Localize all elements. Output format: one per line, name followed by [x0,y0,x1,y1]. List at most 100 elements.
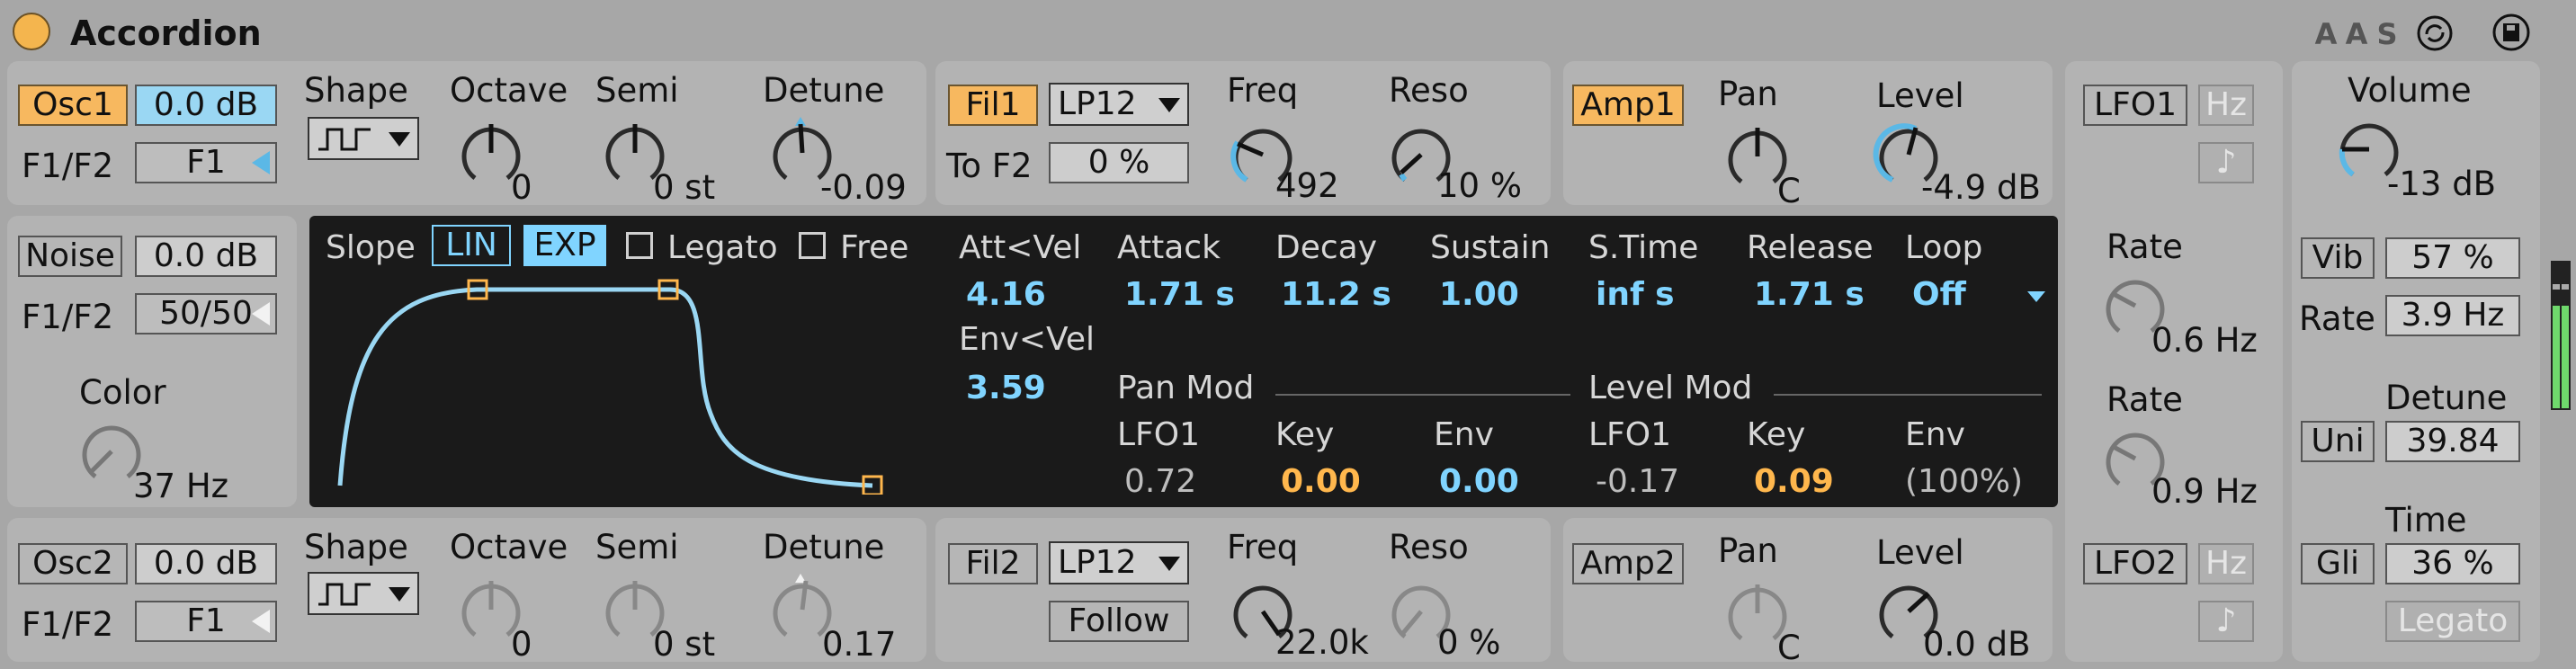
release-value[interactable]: 1.71 s [1754,279,1865,311]
osc2-shape-dropdown[interactable] [308,572,419,615]
device-activator-icon[interactable] [13,13,50,50]
lfo2-hz-button[interactable]: Hz [2198,543,2254,584]
vib-amount-field[interactable]: 57 % [2385,237,2520,279]
chevron-down-icon [389,132,410,147]
fil2-reso-label: Reso [1389,528,1469,566]
output-meter-left-fill [2553,306,2560,408]
fil1-reso-label: Reso [1389,71,1469,110]
amp2-level-label: Level [1876,533,1964,572]
fil1-to-field[interactable]: 0 % [1049,142,1189,183]
vib-rate-label: Rate [2299,299,2375,338]
sustain-label: Sustain [1430,229,1551,266]
osc1-semi-label: Semi [595,71,679,110]
fil2-type-dropdown[interactable]: LP12 [1049,541,1189,584]
square-wave-icon [318,128,371,151]
pan-env-value[interactable]: 0.00 [1439,466,1519,498]
stime-value[interactable]: inf s [1596,279,1675,311]
lfo1-sync-button[interactable]: ♪ [2198,142,2254,183]
stime-label: S.Time [1588,229,1699,266]
osc2-detune-value: 0.17 [822,625,897,664]
lfo1-toggle[interactable]: LFO1 [2083,85,2187,126]
level-env-label: Env [1905,416,1965,453]
pan-lfo1-value[interactable]: 0.72 [1124,466,1196,498]
legato-button[interactable]: Legato [2385,601,2520,642]
att-vel-label: Att<Vel [959,229,1082,266]
noise-color-label: Color [79,373,166,412]
env-vel-label: Env<Vel [959,321,1096,358]
save-preset-icon[interactable] [2491,13,2531,52]
fil2-follow-button[interactable]: Follow [1049,601,1189,642]
osc1-shape-dropdown[interactable] [308,117,419,160]
sustain-value[interactable]: 1.00 [1439,279,1519,311]
osc1-toggle[interactable]: Osc1 [18,85,128,126]
amp1-pan-value: C [1777,172,1801,210]
amp1-toggle[interactable]: Amp1 [1572,85,1684,126]
vib-rate-field[interactable]: 3.9 Hz [2385,295,2520,336]
osc2-semi-label: Semi [595,528,679,566]
envelope-graph[interactable] [324,270,917,495]
loop-chevron-down-icon[interactable] [2027,291,2045,302]
slope-exp-button[interactable]: EXP [523,225,606,266]
env-vel-value[interactable]: 3.59 [966,372,1046,405]
loop-dropdown[interactable]: Off [1912,279,1966,311]
chevron-down-icon [1158,557,1180,571]
fil2-reso-value: 0 % [1437,623,1501,662]
amp1-level-value: -4.9 dB [1921,168,2041,207]
fil2-toggle[interactable]: Fil2 [948,543,1038,584]
glide-time-field[interactable]: 36 % [2385,543,2520,584]
chevron-down-icon [389,587,410,602]
osc1-f1f2-label: F1/F2 [22,147,114,185]
attack-value[interactable]: 1.71 s [1124,279,1235,311]
att-vel-value[interactable]: 4.16 [966,279,1046,311]
gli-toggle[interactable]: Gli [2301,543,2375,584]
vib-toggle[interactable]: Vib [2301,237,2375,279]
pan-key-label: Key [1275,416,1335,453]
legato-label: Legato [667,229,778,266]
fil2-type-value: LP12 [1058,544,1137,581]
osc2-f1f2-label: F1/F2 [22,605,114,644]
uni-toggle[interactable]: Uni [2301,421,2375,462]
fil1-toggle[interactable]: Fil1 [948,85,1038,126]
osc2-level-field[interactable]: 0.0 dB [135,543,277,584]
osc1-route-arrow-icon [252,151,270,174]
lfo2-sync-button[interactable]: ♪ [2198,601,2254,642]
lfo2-rate-value: 0.9 Hz [2151,472,2258,511]
free-label: Free [840,229,909,266]
amp1-pan-label: Pan [1718,75,1778,113]
amp2-pan-value: C [1777,629,1801,667]
fil1-freq-value: 492 [1275,166,1339,205]
noise-color-value: 37 Hz [133,467,229,505]
header-button-a2[interactable]: A [2340,18,2373,50]
amp2-level-value: 0.0 dB [1923,625,2031,664]
osc1-semi-value: 0 st [653,168,716,207]
noise-f1f2-label: F1/F2 [22,298,114,336]
header-button-s[interactable]: S [2371,18,2403,50]
level-env-value[interactable]: (100%) [1905,466,2023,498]
legato-checkbox[interactable] [626,232,653,259]
level-mod-divider [1774,394,2042,396]
slope-lin-button[interactable]: LIN [432,225,511,266]
slope-label: Slope [326,229,416,266]
unison-detune-field[interactable]: 39.84 [2385,421,2520,462]
time-label: Time [2385,501,2467,540]
amp2-toggle[interactable]: Amp2 [1572,543,1684,584]
osc1-level-field[interactable]: 0.0 dB [135,85,277,126]
osc2-semi-value: 0 st [653,625,716,664]
osc1-detune-value: -0.09 [820,168,907,207]
lfo2-toggle[interactable]: LFO2 [2083,543,2187,584]
header-button-a1[interactable]: A [2310,18,2342,50]
pan-key-value[interactable]: 0.00 [1281,466,1361,498]
osc2-toggle[interactable]: Osc2 [18,543,128,584]
fil1-freq-label: Freq [1227,71,1299,110]
fil1-type-dropdown[interactable]: LP12 [1049,83,1189,126]
noise-level-field[interactable]: 0.0 dB [135,236,277,277]
square-wave-icon [318,583,371,606]
decay-value[interactable]: 11.2 s [1281,279,1391,311]
level-key-value[interactable]: 0.09 [1754,466,1834,498]
lfo1-hz-button[interactable]: Hz [2198,85,2254,126]
device-title: Accordion [70,13,262,53]
level-lfo1-value[interactable]: -0.17 [1596,466,1679,498]
noise-toggle[interactable]: Noise [18,236,122,277]
free-checkbox[interactable] [799,232,826,259]
hot-swap-icon[interactable] [2416,14,2454,52]
